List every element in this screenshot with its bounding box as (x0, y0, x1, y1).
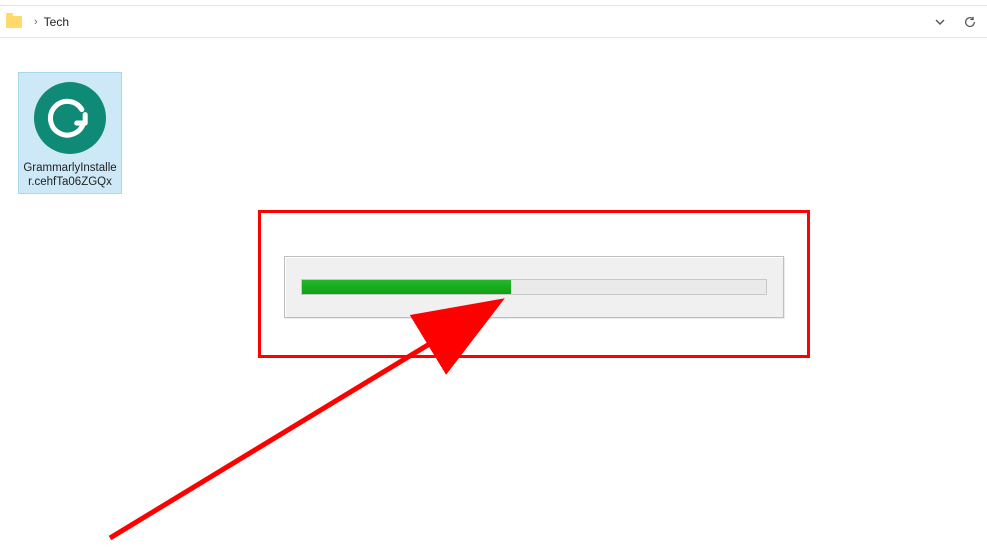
progress-bar-fill (302, 280, 511, 294)
file-item[interactable]: GrammarlyInstaller.cehfTa06ZGQx (18, 72, 122, 194)
chevron-right-icon: › (34, 16, 38, 28)
refresh-icon[interactable] (963, 15, 977, 29)
chevron-down-icon[interactable] (935, 17, 945, 27)
progress-bar (301, 279, 767, 295)
file-name-label: GrammarlyInstaller.cehfTa06ZGQx (21, 161, 119, 189)
file-icon (31, 79, 109, 157)
file-list-area[interactable]: GrammarlyInstaller.cehfTa06ZGQx (0, 38, 987, 535)
installer-progress-dialog (284, 256, 784, 318)
address-bar-controls (935, 15, 977, 29)
address-bar[interactable]: › Tech (0, 6, 987, 38)
grammarly-logo-icon (34, 82, 106, 154)
annotation-arrow (100, 288, 520, 548)
breadcrumb-current[interactable]: Tech (44, 15, 69, 29)
folder-icon (6, 16, 22, 28)
